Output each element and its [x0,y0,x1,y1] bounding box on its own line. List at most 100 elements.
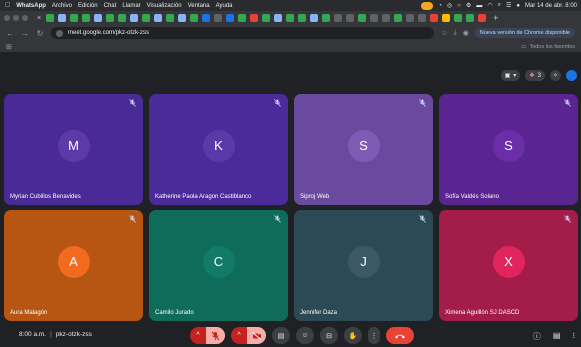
tab-favicon-icon[interactable] [58,14,67,22]
tab-favicon-icon[interactable] [370,14,379,22]
menubar-item-chat[interactable]: Chat [104,3,117,9]
menubar-item-visualizacion[interactable]: Visualización [147,3,182,9]
tab-favicon-icon[interactable] [382,14,391,22]
mic-toggle-button[interactable] [206,327,225,344]
tab-favicon-icon[interactable] [166,14,175,22]
participant-tile[interactable]: S Sofía Valdés Solano [439,94,578,205]
tab-favicon-icon[interactable] [226,14,235,22]
tab-favicon-icon[interactable] [262,14,271,22]
tab-favicon-icon[interactable] [82,14,91,22]
settings-icon[interactable]: ⚙ [466,2,471,9]
camera-toggle-button[interactable] [247,327,266,344]
url-text[interactable]: meet.google.com/pkz-otzk-zss [68,30,149,36]
tab-favicon-icon[interactable] [94,14,103,22]
participant-tile[interactable]: X Ximena Aguillón SJ DASCD [439,210,578,321]
emoji-button[interactable]: ☺ [296,327,314,344]
chat-icon[interactable]: ▤ [553,331,561,342]
participant-tile[interactable]: J Jennifer Daza [294,210,433,321]
menubar-item-ayuda[interactable]: Ayuda [216,3,233,9]
effects-button[interactable]: ✧ [550,70,561,81]
new-tab-icon[interactable]: + [493,13,498,23]
more-options-button[interactable]: ⋮ [368,327,380,344]
menubar-app-name[interactable]: WhatsApp [16,3,46,9]
tab-favicon-icon[interactable] [106,14,115,22]
tab-favicon-icon[interactable] [478,14,487,22]
back-icon[interactable]: ← [6,29,14,38]
recording-indicator-icon[interactable] [421,1,434,10]
extension-icon[interactable]: ◔ [438,3,442,9]
participant-tile[interactable]: K Katherine Paola Aragon Castiblanco [149,94,288,205]
participant-tile[interactable]: M Myrian Cubillos Benavides [4,94,143,205]
raise-hand-button[interactable]: ✋ [344,327,362,344]
battery-icon[interactable]: ▬ [476,3,482,9]
tab-favicon-icon[interactable] [310,14,319,22]
tab-favicon-icon[interactable] [466,14,475,22]
forward-icon[interactable]: → [21,29,29,38]
meeting-code[interactable]: pkz-otzk-zss [56,331,92,338]
tab-favicon-icon[interactable] [298,14,307,22]
activities-icon[interactable]: ⁝ [572,331,575,342]
tab-favicon-icon[interactable] [214,14,223,22]
sync-icon[interactable]: ◎ [447,2,452,9]
tab-favicon-icon[interactable] [334,14,343,22]
tab-favicon-icon[interactable] [454,14,463,22]
captions-button[interactable]: ▤ [272,327,290,344]
more-blue-icon[interactable] [566,70,577,81]
tab-favicon-icon[interactable] [442,14,451,22]
tab-favicon-icon[interactable] [130,14,139,22]
apple-icon[interactable]:  [5,2,10,9]
layout-button[interactable]: ▣ ▾ [500,70,521,81]
download-icon[interactable]: ⤓ [454,29,457,37]
all-bookmarks-link[interactable]: Todos los favoritos [529,44,575,50]
tab-favicon-icon[interactable] [286,14,295,22]
tab-favicon-icon[interactable] [202,14,211,22]
search-icon[interactable]: ⌕ [498,2,501,9]
mic-options-button[interactable]: ^ [190,327,206,344]
present-button[interactable]: ⊟ [320,327,338,344]
participant-tile[interactable]: S Siproj Web [294,94,433,205]
tab-favicon-icon[interactable] [154,14,163,22]
participant-tile[interactable]: A Aura Malagón [4,210,143,321]
control-center-icon[interactable]: ☰ [506,2,511,9]
tab-close-icon[interactable]: × [37,15,41,22]
info-icon[interactable]: ⓘ [533,331,541,342]
minimize-window-icon[interactable] [13,15,19,21]
wifi-icon[interactable]: ◠ [487,2,492,9]
siri-icon[interactable]: ● [516,3,520,9]
tab-favicon-icon[interactable] [250,14,259,22]
tab-favicon-icon[interactable] [118,14,127,22]
reactions-button[interactable]: ❖ 3 [525,70,545,81]
site-info-icon[interactable] [56,29,63,37]
tab-favicon-icon[interactable] [322,14,331,22]
apps-grid-icon[interactable]: ⊞ [6,43,12,51]
tab-favicon-icon[interactable] [70,14,79,22]
omnibox[interactable]: meet.google.com/pkz-otzk-zss [51,27,435,39]
tab-favicon-icon[interactable] [190,14,199,22]
profile-icon[interactable]: ◉ [463,29,469,37]
tab-favicon-icon[interactable] [346,14,355,22]
tab-favicon-icon[interactable] [406,14,415,22]
camera-options-button[interactable]: ^ [231,327,247,344]
circle-icon[interactable]: ○ [457,3,461,9]
maximize-window-icon[interactable] [22,15,28,21]
menubar-item-ventana[interactable]: Ventana [188,3,210,9]
participant-tile[interactable]: C Camilo Jurado [149,210,288,321]
menubar-item-edicion[interactable]: Edición [78,3,98,9]
tab-favicon-icon[interactable] [178,14,187,22]
chrome-update-button[interactable]: Nueva versión de Chrome disponible [474,28,575,38]
menubar-item-llamar[interactable]: Llamar [122,3,140,9]
tab-favicon-icon[interactable] [46,14,55,22]
menubar-datetime[interactable]: Mar 14 de abr. 8:00 [525,3,577,9]
bookmark-star-icon[interactable]: ☆ [441,29,447,37]
leave-call-button[interactable] [386,327,414,344]
tab-favicon-icon[interactable] [274,14,283,22]
tab-favicon-icon[interactable] [394,14,403,22]
tab-favicon-icon[interactable] [430,14,439,22]
tab-favicon-icon[interactable] [358,14,367,22]
menubar-item-archivo[interactable]: Archivo [52,3,72,9]
reload-icon[interactable]: ↻ [36,29,44,38]
close-window-icon[interactable] [4,15,10,21]
tab-favicon-icon[interactable] [142,14,151,22]
tab-favicon-icon[interactable] [418,14,427,22]
tab-favicon-icon[interactable] [238,14,247,22]
